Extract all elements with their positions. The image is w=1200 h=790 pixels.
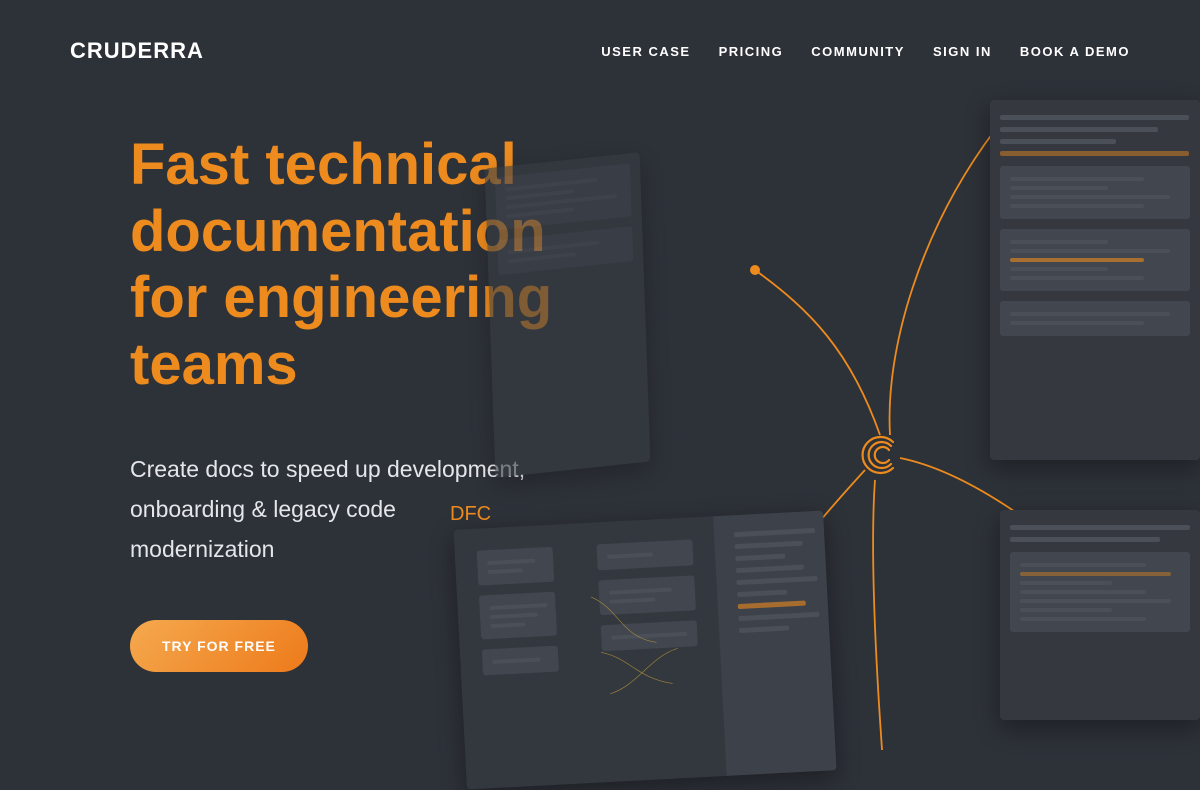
hero-section: Fast technical documentation for enginee… — [0, 102, 600, 672]
header: CRUDERRA USER CASE PRICING COMMUNITY SIG… — [0, 0, 1200, 102]
illustration-panel-b — [990, 100, 1200, 460]
nav-book-demo[interactable]: BOOK A DEMO — [1020, 44, 1130, 59]
hero-title: Fast technical documentation for enginee… — [130, 132, 600, 399]
brand-logo[interactable]: CRUDERRA — [70, 38, 204, 64]
try-free-button[interactable]: TRY FOR FREE — [130, 620, 308, 672]
illustration-panel-d — [1000, 510, 1200, 720]
nav-community[interactable]: COMMUNITY — [811, 44, 905, 59]
hero-illustration: DFC — [520, 90, 1200, 750]
cruderra-c-icon — [855, 430, 905, 480]
hero-subtitle: Create docs to speed up development, onb… — [130, 449, 530, 570]
connector-curves — [520, 90, 1200, 750]
nav-user-case[interactable]: USER CASE — [601, 44, 690, 59]
main-nav: USER CASE PRICING COMMUNITY SIGN IN BOOK… — [601, 44, 1130, 59]
nav-pricing[interactable]: PRICING — [719, 44, 784, 59]
nav-sign-in[interactable]: SIGN IN — [933, 44, 992, 59]
